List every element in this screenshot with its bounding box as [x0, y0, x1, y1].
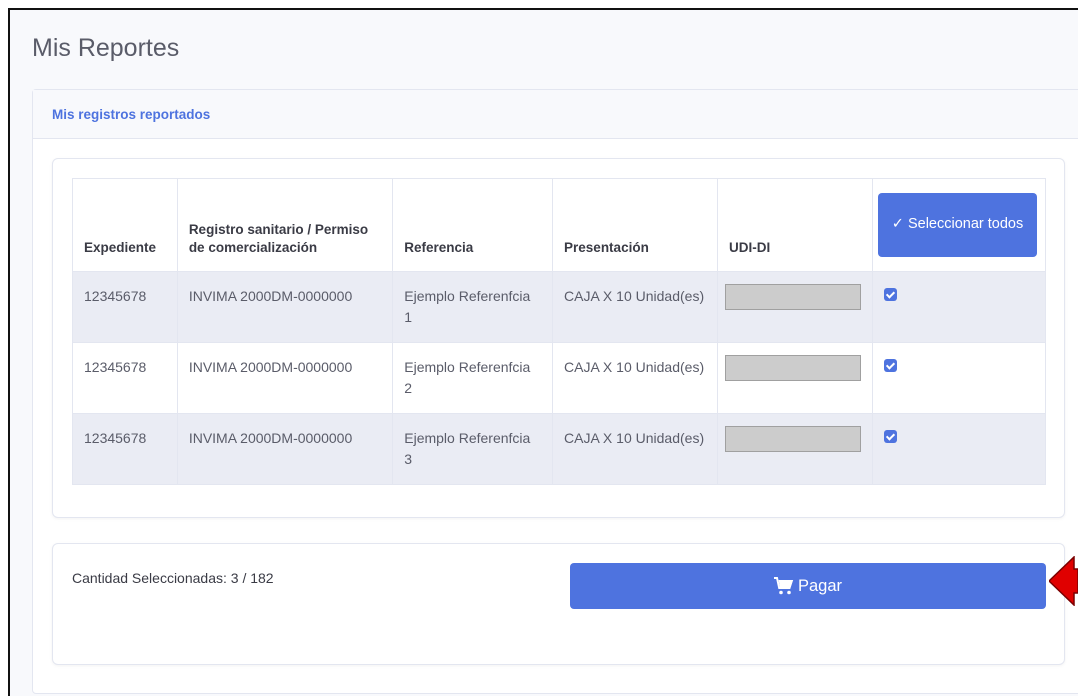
udi-input[interactable]	[724, 355, 861, 381]
cell-expediente: 12345678	[72, 413, 178, 485]
col-header-presentacion: Presentación	[552, 178, 718, 272]
select-all-button[interactable]: ✓ Seleccionar todos	[878, 193, 1037, 257]
cell-udi	[716, 342, 874, 414]
col-header-registro: Registro sanitario / Permiso de comercia…	[176, 178, 394, 272]
cell-presentacion: CAJA X 10 Unidad(es)	[552, 342, 718, 414]
cell-presentacion: CAJA X 10 Unidad(es)	[552, 271, 718, 343]
cell-select	[872, 342, 1046, 414]
udi-input[interactable]	[724, 426, 861, 452]
row-checkbox[interactable]	[884, 430, 897, 443]
table-row: 12345678 INVIMA 2000DM-0000000 Ejemplo R…	[72, 271, 1046, 343]
cell-expediente: 12345678	[72, 342, 178, 414]
card-header: Mis registros reportados	[33, 90, 1078, 139]
table-row: 12345678 INVIMA 2000DM-0000000 Ejemplo R…	[72, 413, 1046, 485]
cell-referencia: Ejemplo Referenfcia 1	[392, 271, 554, 343]
table-header-row: Expediente Registro sanitario / Permiso …	[72, 178, 1046, 272]
col-header-referencia: Referencia	[392, 178, 554, 272]
cell-referencia: Ejemplo Referenfcia 3	[392, 413, 554, 485]
selected-count: Cantidad Seleccionadas: 3 / 182	[72, 570, 274, 586]
col-header-udi: UDI-DI	[716, 178, 874, 272]
cell-select	[872, 271, 1046, 343]
cell-registro: INVIMA 2000DM-0000000	[176, 413, 394, 485]
cell-select	[872, 413, 1046, 485]
table-card: Expediente Registro sanitario / Permiso …	[52, 158, 1065, 518]
cell-registro: INVIMA 2000DM-0000000	[176, 271, 394, 343]
reports-card: Mis registros reportados Expediente Regi…	[32, 89, 1078, 694]
pay-button[interactable]: Pagar	[570, 563, 1046, 609]
col-header-select: ✓ Seleccionar todos	[872, 178, 1046, 272]
cell-expediente: 12345678	[72, 271, 178, 343]
app-frame: Mis Reportes Mis registros reportados Ex…	[8, 8, 1078, 696]
pay-label: Pagar	[797, 576, 843, 595]
cell-udi	[716, 413, 874, 485]
row-checkbox[interactable]	[884, 288, 897, 301]
summary-card: Cantidad Seleccionadas: 3 / 182 Pagar	[52, 543, 1065, 665]
page-title: Mis Reportes	[32, 34, 180, 62]
row-checkbox[interactable]	[884, 359, 897, 372]
table-row: 12345678 INVIMA 2000DM-0000000 Ejemplo R…	[72, 342, 1046, 414]
red-arrow-icon	[1049, 556, 1078, 606]
select-all-label: Seleccionar todos	[907, 216, 1024, 233]
cart-icon	[773, 577, 794, 595]
cell-registro: INVIMA 2000DM-0000000	[176, 342, 394, 414]
cell-udi	[716, 271, 874, 343]
reports-table: Expediente Registro sanitario / Permiso …	[72, 178, 1046, 485]
col-header-expediente: Expediente	[72, 178, 178, 272]
cell-referencia: Ejemplo Referenfcia 2	[392, 342, 554, 414]
udi-input[interactable]	[724, 284, 861, 310]
check-icon: ✓	[891, 216, 904, 233]
cell-presentacion: CAJA X 10 Unidad(es)	[552, 413, 718, 485]
card-header-title: Mis registros reportados	[52, 106, 211, 122]
